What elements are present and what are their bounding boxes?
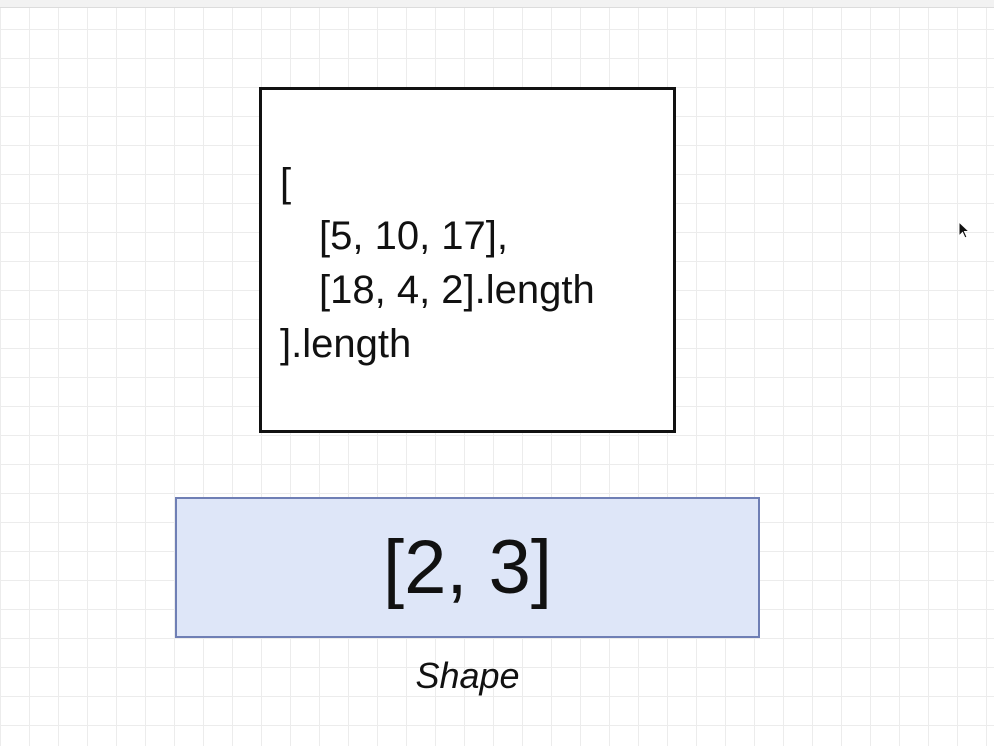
diagram-canvas: [ [5, 10, 17], [18, 4, 2].length ].lengt… <box>0 0 994 746</box>
code-box: [ [5, 10, 17], [18, 4, 2].length ].lengt… <box>259 87 676 433</box>
top-divider <box>0 0 994 8</box>
code-line-open-bracket: [ <box>280 161 292 205</box>
code-line-close-bracket: ].length <box>280 322 412 366</box>
shape-caption: Shape <box>415 655 520 696</box>
shape-box: [2, 3] <box>175 497 760 638</box>
shape-value: [2, 3] <box>383 525 552 610</box>
code-line-row-2: [18, 4, 2].length <box>319 268 595 312</box>
mouse-pointer-icon <box>958 221 971 239</box>
code-line-row-1: [5, 10, 17], <box>319 214 509 258</box>
